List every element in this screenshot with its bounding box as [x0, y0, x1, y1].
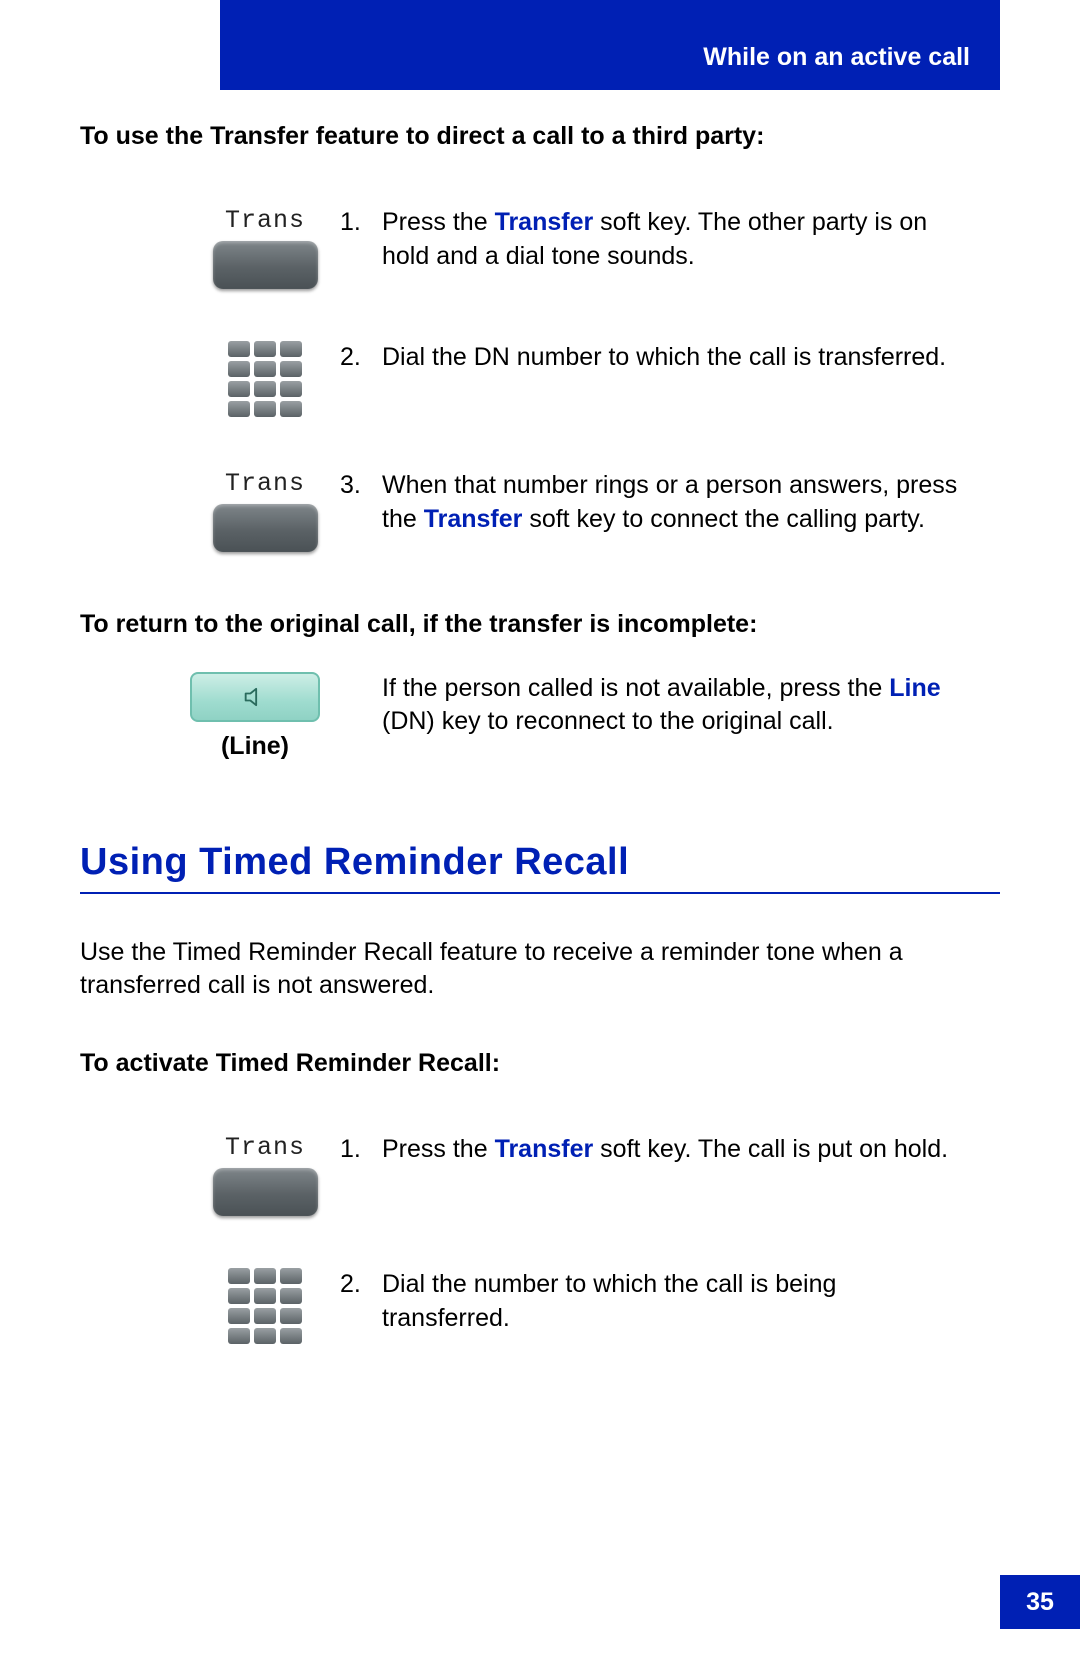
softkey-illustration: Trans — [80, 206, 340, 289]
header-tab: While on an active call — [220, 0, 1000, 90]
step-number: 2. — [340, 1268, 382, 1302]
text-fragment: (DN) key to reconnect to the original ca… — [382, 707, 834, 735]
intro-activate: To activate Timed Reminder Recall: — [80, 1047, 1000, 1081]
section-title-timed-reminder: Using Timed Reminder Recall — [80, 841, 1000, 894]
softkey-illustration: Trans — [80, 1133, 340, 1216]
step-text: Dial the number to which the call is bei… — [382, 1268, 1000, 1336]
text-fragment: soft key. The call is put on hold. — [593, 1135, 948, 1163]
step-body: 2. Dial the number to which the call is … — [340, 1268, 1000, 1336]
softkey-button-icon — [213, 504, 318, 552]
intro-transfer: To use the Transfer feature to direct a … — [80, 120, 1000, 154]
step-body: 3. When that number rings or a person an… — [340, 469, 1000, 537]
line-key-row: (Line) If the person called is not avail… — [80, 672, 1000, 761]
keyword-transfer: Transfer — [495, 1135, 594, 1163]
step-number: 1. — [340, 206, 382, 240]
page-content: To use the Transfer feature to direct a … — [80, 0, 1000, 1344]
text-fragment: Dial the number to which the call is bei… — [382, 1270, 836, 1332]
step-text: Press the Transfer soft key. The other p… — [382, 206, 1000, 274]
keyword-transfer: Transfer — [495, 208, 594, 236]
step-text: Dial the DN number to which the call is … — [382, 341, 1000, 375]
step-text: When that number rings or a person answe… — [382, 469, 1000, 537]
text-fragment: If the person called is not available, p… — [382, 674, 889, 702]
intro-return: To return to the original call, if the t… — [80, 608, 1000, 642]
keypad-illustration — [80, 1268, 340, 1344]
softkey-button-icon — [213, 1168, 318, 1216]
softkey-label: Trans — [225, 469, 305, 498]
softkey-illustration: Trans — [80, 469, 340, 552]
keyword-transfer: Transfer — [424, 505, 523, 533]
step-row: Trans 1. Press the Transfer soft key. Th… — [80, 1133, 1000, 1216]
softkey-label: Trans — [225, 1133, 305, 1162]
line-key-icon — [190, 672, 320, 722]
line-key-illustration: (Line) — [80, 672, 340, 761]
text-fragment: Press the — [382, 208, 495, 236]
keypad-icon — [228, 1268, 302, 1344]
step-number: 1. — [340, 1133, 382, 1167]
line-caption: (Line) — [221, 732, 289, 761]
softkey-button-icon — [213, 241, 318, 289]
step-body: 2. Dial the DN number to which the call … — [340, 341, 1000, 375]
step-row: Trans 3. When that number rings or a per… — [80, 469, 1000, 552]
section2-intro: Use the Timed Reminder Recall feature to… — [80, 936, 1000, 1004]
manual-page: While on an active call To use the Trans… — [0, 0, 1080, 1669]
step-row: 2. Dial the DN number to which the call … — [80, 341, 1000, 417]
keypad-illustration — [80, 341, 340, 417]
page-number: 35 — [1000, 1575, 1080, 1629]
text-fragment: Dial the DN number to which the call is … — [382, 343, 946, 371]
step-body: 1. Press the Transfer soft key. The call… — [340, 1133, 1000, 1167]
step-row: Trans 1. Press the Transfer soft key. Th… — [80, 206, 1000, 289]
step-text: If the person called is not available, p… — [340, 672, 1000, 740]
text-fragment: soft key to connect the calling party. — [522, 505, 925, 533]
text-fragment: Press the — [382, 1135, 495, 1163]
step-number: 2. — [340, 341, 382, 375]
softkey-label: Trans — [225, 206, 305, 235]
speaker-icon — [241, 683, 269, 711]
page-number-value: 35 — [1026, 1588, 1054, 1617]
step-number: 3. — [340, 469, 382, 503]
header-title: While on an active call — [703, 43, 970, 72]
step-text: Press the Transfer soft key. The call is… — [382, 1133, 1000, 1167]
keyword-line: Line — [889, 674, 940, 702]
keypad-icon — [228, 341, 302, 417]
step-body: 1. Press the Transfer soft key. The othe… — [340, 206, 1000, 274]
step-body: If the person called is not available, p… — [340, 672, 1000, 740]
step-row: 2. Dial the number to which the call is … — [80, 1268, 1000, 1344]
